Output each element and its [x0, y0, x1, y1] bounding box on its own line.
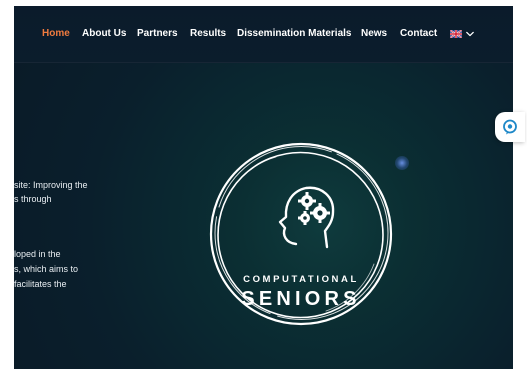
chat-bubble-icon	[503, 119, 517, 135]
language-selector[interactable]	[450, 28, 474, 40]
hero-text-line: loped in the	[14, 249, 61, 259]
hero-text-line: s through	[14, 194, 52, 204]
nav-item-dissemination-materials[interactable]: Dissemination Materials	[237, 28, 351, 39]
decorative-glow	[395, 156, 409, 170]
hero-text-line: site: Improving the	[14, 180, 88, 190]
nav-item-news[interactable]: News	[361, 28, 387, 39]
nav-item-partners[interactable]: Partners	[137, 28, 178, 39]
page-viewport: Home About Us Partners Results Dissemina…	[14, 6, 513, 369]
nav-item-contact[interactable]: Contact	[400, 28, 437, 39]
logo-text-computational: COMPUTATIONAL	[243, 274, 359, 285]
head-with-gears-icon	[278, 186, 335, 249]
uk-flag-icon	[450, 30, 462, 38]
hero-text-line: s, which aims to	[14, 264, 79, 274]
hero-text-line: facilitates the	[14, 279, 67, 289]
nav-item-about-us[interactable]: About Us	[82, 28, 126, 39]
chevron-down-icon	[466, 31, 474, 37]
chat-widget-button[interactable]	[495, 112, 525, 142]
nav-item-results[interactable]: Results	[190, 28, 226, 39]
logo-text-seniors: SENIORS	[241, 288, 361, 310]
nav-item-home[interactable]: Home	[42, 28, 70, 39]
top-navigation-bar: Home About Us Partners Results Dissemina…	[14, 6, 513, 63]
